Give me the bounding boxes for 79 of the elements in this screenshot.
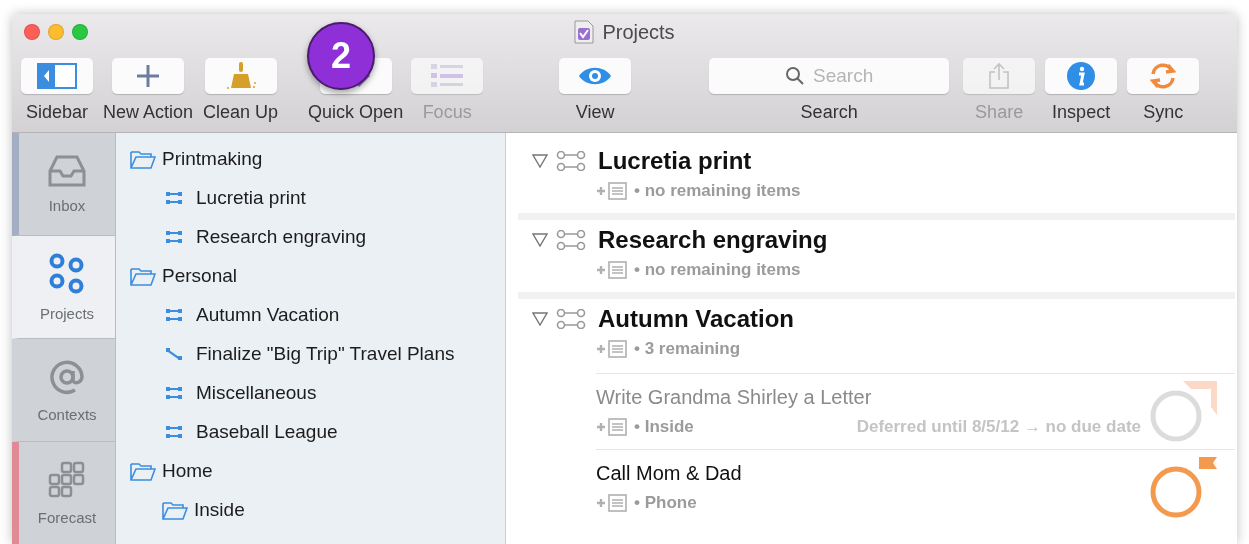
outline-item[interactable]: Personal [162, 264, 237, 287]
circles-icon [49, 252, 85, 295]
toolbar-label: Inspect [1052, 102, 1111, 123]
toolbar-label: Search [800, 102, 858, 123]
toolbar-label: View [575, 102, 615, 123]
status-circle-icon [1149, 388, 1203, 443]
outline-item[interactable]: Autumn Vacation [196, 303, 340, 326]
project-status: • no remaining items [634, 181, 801, 201]
toolbar-label: Sidebar [25, 102, 88, 123]
outline-item[interactable]: Miscellaneous [196, 381, 317, 404]
action-context: • Inside [634, 417, 694, 437]
share-icon [988, 62, 1011, 90]
add-note-icon [596, 418, 628, 436]
disclosure-triangle-icon[interactable] [532, 154, 548, 168]
outline-item[interactable]: Inside [194, 498, 245, 521]
outline-item[interactable]: Printmaking [162, 147, 263, 170]
project-icon [556, 309, 586, 329]
zoom-window-button[interactable] [72, 24, 88, 40]
add-note-icon [596, 182, 628, 200]
project-icon [166, 190, 182, 205]
project-icon [556, 230, 586, 250]
project-icon [166, 385, 182, 400]
status-circle-icon [1149, 464, 1203, 519]
inspect-toolbar-button[interactable] [1045, 58, 1118, 94]
view-toolbar-button[interactable] [559, 58, 632, 94]
document-icon [574, 20, 595, 44]
folder-icon [162, 499, 188, 520]
action-context: • Phone [634, 493, 697, 513]
plus-icon [135, 63, 161, 89]
project-title: Research engraving [598, 226, 828, 254]
project-status: • no remaining items [634, 260, 801, 280]
project-icon [166, 229, 182, 244]
add-note-icon [596, 494, 628, 512]
project-title: Autumn Vacation [598, 305, 795, 333]
outline-item[interactable]: Baseball League [196, 420, 338, 443]
search-icon [785, 66, 806, 86]
toolbar-label: Focus [422, 102, 472, 123]
sync-toolbar-button[interactable] [1127, 58, 1200, 94]
toolbar-label: Quick Open [308, 102, 404, 123]
window-title: Projects [602, 20, 675, 44]
outline-item[interactable]: Research engraving [196, 225, 367, 248]
defer-date: Deferred until 8/5/12 → no due date [856, 417, 1141, 437]
project-icon [556, 151, 586, 171]
disclosure-triangle-icon[interactable] [532, 312, 548, 326]
info-icon [1066, 61, 1097, 91]
sidebar-icon [37, 63, 77, 89]
folder-icon [130, 148, 156, 169]
project-title: Lucretia print [598, 147, 752, 175]
list-icon [431, 63, 464, 89]
add-toolbar-button[interactable] [112, 58, 184, 94]
sidebar-tab[interactable]: Inbox [12, 133, 115, 236]
sync-icon [1148, 62, 1179, 90]
action-title: Write Grandma Shirley a Letter [596, 386, 873, 409]
outline-item[interactable]: Home [162, 459, 213, 482]
broom-icon [224, 60, 257, 92]
cleanup-toolbar-button[interactable] [204, 58, 277, 94]
outline-item[interactable]: Finalize "Big Trip" Travel Plans [196, 342, 455, 365]
inbox-icon [48, 154, 86, 187]
grid-icon [48, 460, 86, 499]
project-icon [166, 424, 182, 439]
project-icon [166, 307, 182, 322]
action-title: Call Mom & Dad [596, 462, 743, 485]
disclosure-triangle-icon[interactable] [532, 233, 548, 247]
close-window-button[interactable] [24, 24, 40, 40]
toolbar-label: New Action [103, 102, 194, 123]
project-status: • 3 remaining [634, 339, 741, 359]
eye-icon [578, 65, 613, 87]
sidebar-toolbar-button[interactable] [21, 58, 93, 94]
folder-icon [130, 265, 156, 286]
toolbar-label: Sync [1143, 102, 1184, 123]
folder-icon [130, 460, 156, 481]
toolbar-label: Clean Up [203, 102, 279, 123]
add-note-icon [596, 340, 628, 358]
outline-item[interactable]: Lucretia print [196, 186, 306, 209]
minimize-window-button[interactable] [48, 24, 64, 40]
toolbar-label: Share [975, 102, 1024, 123]
add-note-icon [596, 261, 628, 279]
single-action-icon [166, 346, 182, 361]
sidebar-tab[interactable]: Projects [12, 236, 115, 339]
